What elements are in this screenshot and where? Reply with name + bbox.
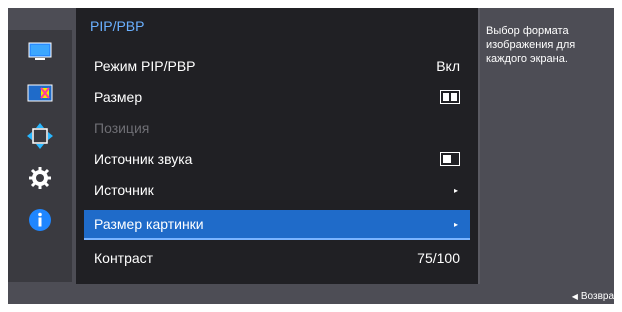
menu-item-sound-source[interactable]: Источник звука (84, 144, 470, 174)
menu-item-value: 75/100 (417, 250, 460, 266)
color-icon (27, 84, 53, 102)
menu-item-label: Размер картинки (94, 216, 204, 232)
menu-item-size[interactable]: Размер (84, 82, 470, 112)
back-button[interactable]: ◀ Возвра (572, 291, 614, 302)
resize-icon (27, 123, 53, 149)
menu-item-label: Источник звука (94, 151, 193, 167)
info-icon (29, 209, 51, 231)
sidebar-item-picture[interactable] (8, 34, 72, 70)
menu-item-pip-pbp-mode[interactable]: Режим PIP/PBP Вкл (84, 51, 470, 81)
sidebar-item-information[interactable] (8, 202, 72, 238)
sidebar-item-color[interactable] (8, 76, 72, 112)
help-text: Выбор формата изображения для каждого эк… (486, 25, 576, 65)
menu-item-value: Вкл (436, 58, 460, 74)
menu-item-source[interactable]: Источник ▸ (84, 175, 470, 205)
sidebar-item-size-position[interactable] (8, 118, 72, 154)
monitor-icon (28, 42, 52, 60)
menu-item-label: Режим PIP/PBP (94, 58, 196, 74)
menu-item-label: Размер (94, 89, 143, 105)
menu-item-label: Контраст (94, 250, 154, 266)
menu-title: PIP/PBP (90, 18, 145, 34)
chevron-right-icon: ▸ (453, 219, 458, 229)
menu-item-contrast[interactable]: Контраст 75/100 (84, 243, 470, 273)
menu-item-position: Позиция (84, 113, 470, 143)
sidebar-item-system[interactable] (8, 160, 72, 196)
divider (478, 8, 480, 284)
pbp-split-icon (440, 90, 460, 104)
back-arrow-icon: ◀ (571, 292, 578, 301)
pip-left-window-icon (440, 152, 460, 166)
gear-icon (29, 167, 51, 189)
menu-item-label: Источник (94, 182, 154, 198)
sidebar (8, 30, 72, 282)
menu-item-picture-size[interactable]: Размер картинки ▸ (84, 210, 470, 240)
chevron-right-icon: ▸ (453, 185, 458, 195)
menu-item-label: Позиция (94, 120, 150, 136)
back-label: Возвра (580, 291, 614, 302)
